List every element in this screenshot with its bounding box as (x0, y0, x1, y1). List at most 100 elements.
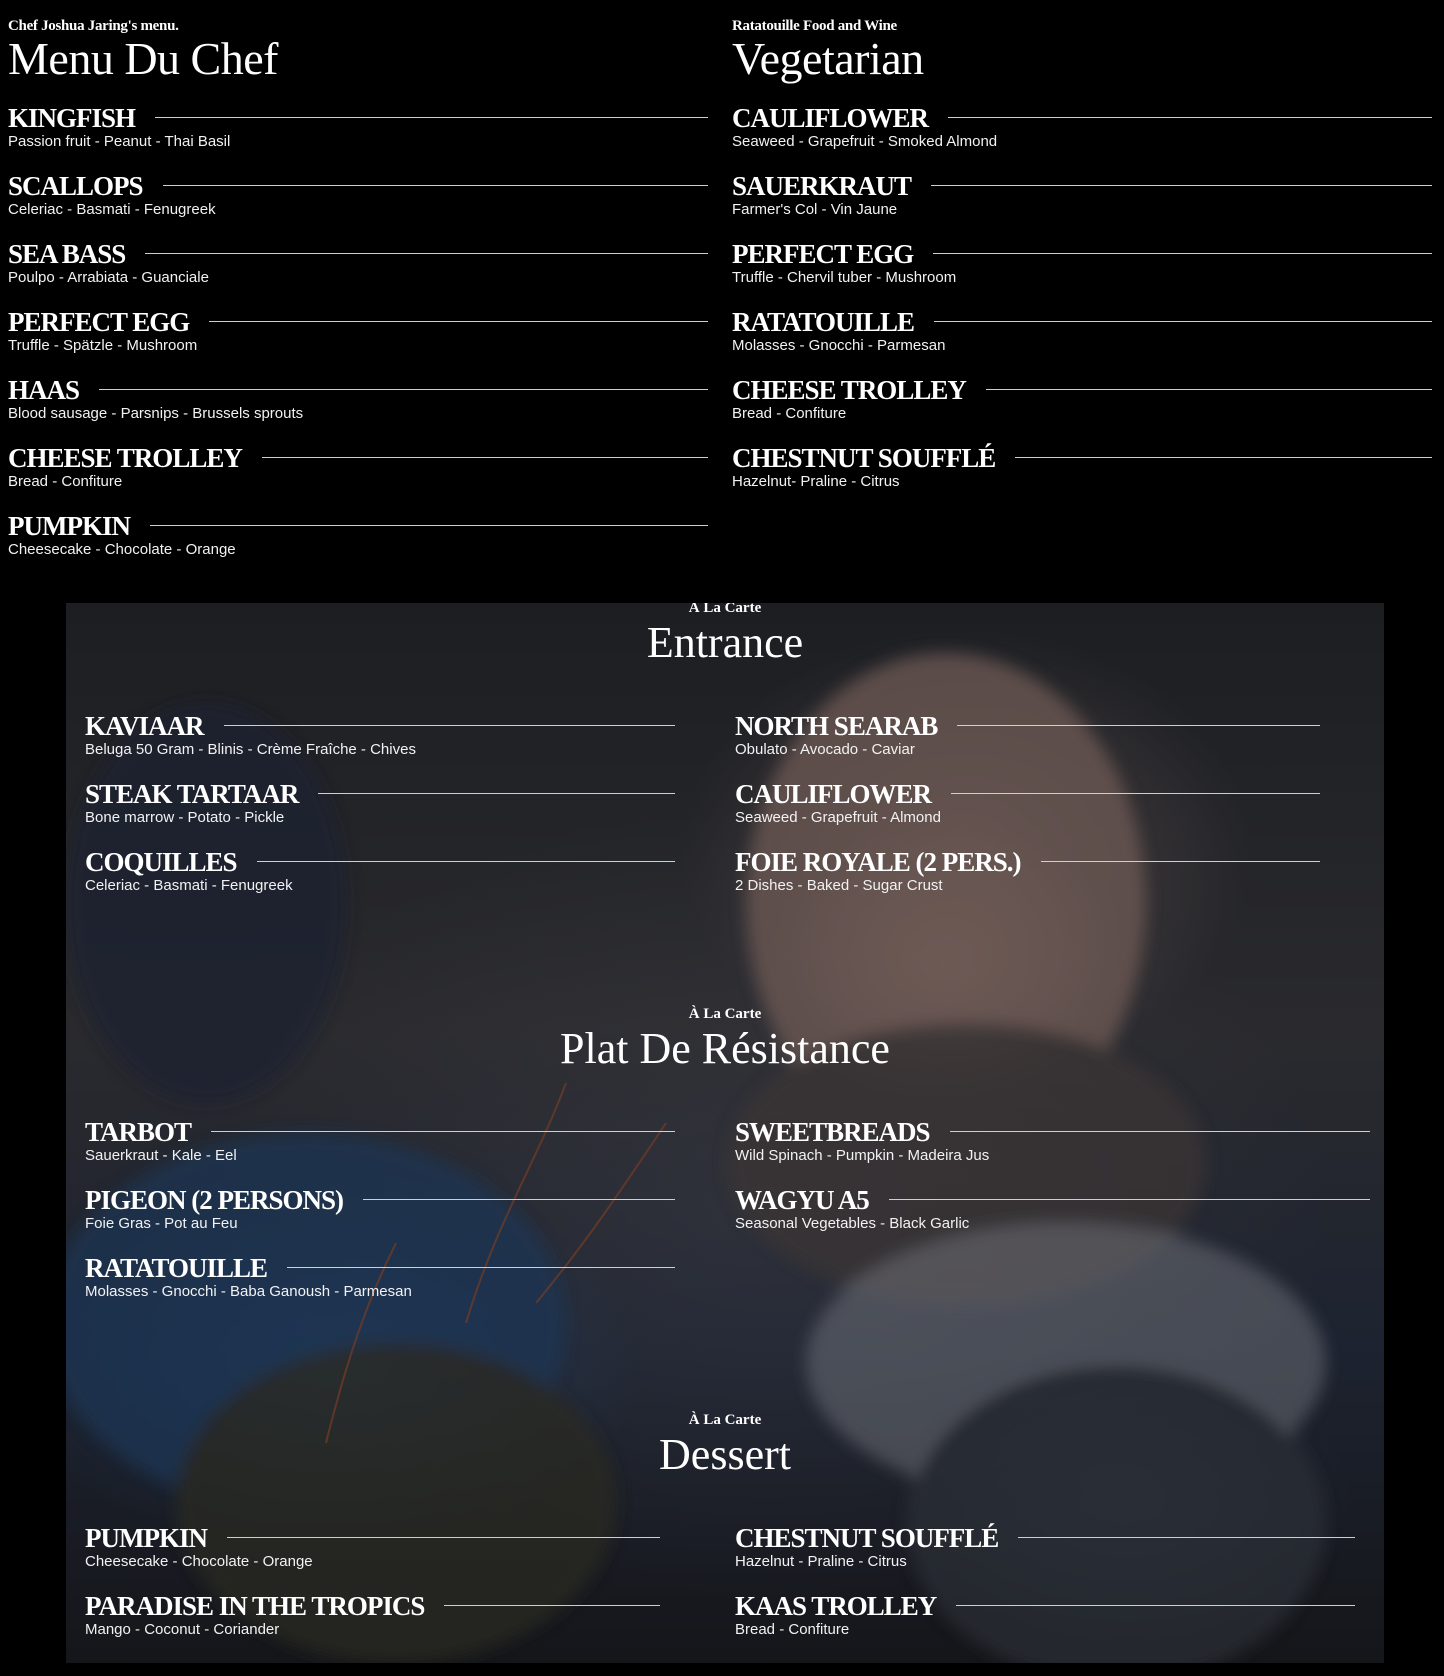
vegetarian-menu-column: Ratatouille Food and Wine Vegetarian CAU… (732, 0, 1432, 511)
menu-item-desc: Foie Gras - Pot au Feu (85, 1215, 238, 1232)
menu-item: TARBOT Sauerkraut - Kale - Eel (85, 1117, 675, 1185)
menu-item-name: PIGEON (2 PERSONS) (85, 1185, 344, 1215)
divider (261, 456, 708, 458)
menu-item-desc: Truffle - Chervil tuber - Mushroom (732, 269, 957, 286)
menu-item-desc: Blood sausage - Parsnips - Brussels spro… (8, 405, 304, 422)
dessert-title: Dessert (659, 1430, 791, 1479)
divider (931, 184, 1432, 186)
menu-item-name: WAGYU A5 (735, 1185, 870, 1215)
divider (934, 320, 1432, 322)
chef-menu-column: Chef Joshua Jaring's menu. Menu Du Chef … (8, 0, 708, 579)
menu-item: NORTH SEARAB Obulato - Avocado - Caviar (735, 711, 1320, 779)
menu-item: PARADISE IN THE TROPICS Mango - Coconut -… (85, 1591, 660, 1659)
divider (256, 860, 675, 862)
divider (888, 1198, 1370, 1200)
menu-item-name: CAULIFLOWER (732, 103, 929, 133)
divider (949, 1130, 1370, 1132)
menu-item: COQUILLES Celeriac - Basmati - Fenugreek (85, 847, 675, 915)
menu-item: SWEETBREADS Wild Spinach - Pumpkin - Made… (735, 1117, 1370, 1185)
divider (149, 524, 708, 526)
menu-item-name: KINGFISH (8, 103, 136, 133)
menu-item-desc: Poulpo - Arrabiata - Guanciale (8, 269, 209, 286)
menu-item: CHESTNUT SOUFFLÉ Hazelnut - Praline - Cit… (735, 1523, 1355, 1591)
entrance-eyebrow: À La Carte (688, 603, 762, 616)
divider (145, 252, 708, 254)
menu-item-name: FOIE ROYALE (2 PERS.) (735, 847, 1022, 877)
menu-item-name: KAVIAAR (85, 711, 205, 741)
menu-item-name: RATATOUILLE (732, 307, 915, 337)
menu-item: CAULIFLOWER Seaweed - Grapefruit - Almond (735, 779, 1320, 847)
menu-item-desc: Seaweed - Grapefruit - Smoked Almond (732, 133, 998, 150)
menu-item-desc: Celeriac - Basmati - Fenugreek (8, 201, 216, 218)
plat-right-list: SWEETBREADS Wild Spinach - Pumpkin - Made… (735, 1117, 1370, 1253)
menu-item: PUMPKIN Cheesecake - Chocolate - Orange (8, 511, 708, 579)
divider (223, 724, 675, 726)
menu-item-name: PUMPKIN (85, 1523, 208, 1553)
menu-item: KAAS TROLLEY Bread - Confiture (735, 1591, 1355, 1659)
menu-item-name: CHEESE TROLLEY (732, 375, 967, 405)
menu-item: KINGFISH Passion fruit - Peanut - Thai Ba… (8, 103, 708, 171)
menu-item-desc: Passion fruit - Peanut - Thai Basil (8, 133, 231, 150)
divider (155, 116, 708, 118)
menu-item: PUMPKIN Cheesecake - Chocolate - Orange (85, 1523, 660, 1591)
menu-item-name: COQUILLES (85, 847, 238, 877)
menu-item: CAULIFLOWER Seaweed - Grapefruit - Smoked… (732, 103, 1432, 171)
menu-item-desc: Hazelnut- Praline - Citrus (732, 473, 900, 490)
menu-item-name: KAAS TROLLEY (735, 1591, 937, 1621)
entrance-left-list: KAVIAAR Beluga 50 Gram - Blinis - Crème F… (85, 711, 675, 915)
menu-item-name: PERFECT EGG (8, 307, 190, 337)
vegetarian-menu-title: Vegetarian (732, 33, 924, 84)
entrance-title: Entrance (646, 618, 804, 667)
dessert-eyebrow: À La Carte (688, 1412, 762, 1428)
menu-item-desc: Bread - Confiture (8, 473, 123, 490)
divider (318, 792, 675, 794)
menu-item: CHEESE TROLLEY Bread - Confiture (732, 375, 1432, 443)
menu-item-name: CHEESE TROLLEY (8, 443, 243, 473)
menu-item: KAVIAAR Beluga 50 Gram - Blinis - Crème F… (85, 711, 675, 779)
plat-section-header: À La Carte Plat De Résistance (66, 1006, 1384, 1073)
divider (211, 1130, 675, 1132)
menu-item-desc: Beluga 50 Gram - Blinis - Crème Fraîche … (85, 741, 416, 758)
menu-item-desc: Seaweed - Grapefruit - Almond (735, 809, 941, 826)
menu-item: WAGYU A5 Seasonal Vegetables - Black Garl… (735, 1185, 1370, 1253)
menu-item-name: PERFECT EGG (732, 239, 914, 269)
menu-item: SCALLOPS Celeriac - Basmati - Fenugreek (8, 171, 708, 239)
menu-item-name: TARBOT (85, 1117, 192, 1147)
menu-item-desc: 2 Dishes - Baked - Sugar Crust (735, 877, 943, 894)
divider (957, 724, 1320, 726)
menu-item: RATATOUILLE Molasses - Gnocchi - Parmesan (732, 307, 1432, 375)
menu-item-desc: Cheesecake - Chocolate - Orange (8, 541, 236, 558)
menu-item: PERFECT EGG Truffle - Spätzle - Mushroom (8, 307, 708, 375)
entrance-right-list: NORTH SEARAB Obulato - Avocado - Caviar C… (735, 711, 1320, 915)
divider (1015, 456, 1432, 458)
chef-menu-title: Menu Du Chef (8, 33, 278, 84)
divider (363, 1198, 675, 1200)
menu-item-desc: Farmer's Col - Vin Jaune (732, 201, 898, 218)
dessert-right-list: CHESTNUT SOUFFLÉ Hazelnut - Praline - Cit… (735, 1523, 1355, 1659)
menu-item-name: SAUERKRAUT (732, 171, 912, 201)
menu-item: SAUERKRAUT Farmer's Col - Vin Jaune (732, 171, 1432, 239)
vegetarian-menu-list: CAULIFLOWER Seaweed - Grapefruit - Smoked… (732, 103, 1432, 511)
divider (162, 184, 708, 186)
menu-item-desc: Truffle - Spätzle - Mushroom (8, 337, 198, 354)
menu-item-name: CHESTNUT SOUFFLÉ (735, 1523, 999, 1553)
chef-menu-list: KINGFISH Passion fruit - Peanut - Thai Ba… (8, 103, 708, 579)
divider (956, 1604, 1355, 1606)
divider (1018, 1536, 1355, 1538)
menu-item-desc: Molasses - Gnocchi - Parmesan (732, 337, 946, 354)
divider (99, 388, 708, 390)
dessert-section-header: À La Carte Dessert (66, 1412, 1384, 1479)
menu-item: RATATOUILLE Molasses - Gnocchi - Baba Gan… (85, 1253, 675, 1321)
entrance-section-header: À La Carte Entrance (66, 603, 1384, 667)
menu-item-name: CHESTNUT SOUFFLÉ (732, 443, 996, 473)
menu-item: PIGEON (2 PERSONS) Foie Gras - Pot au Feu (85, 1185, 675, 1253)
menu-item-name: SWEETBREADS (735, 1117, 931, 1147)
menu-item-desc: Bread - Confiture (732, 405, 847, 422)
menu-item-name: SCALLOPS (8, 171, 144, 201)
divider (287, 1266, 675, 1268)
menu-item-desc: Hazelnut - Praline - Citrus (735, 1553, 907, 1570)
menu-item-desc: Cheesecake - Chocolate - Orange (85, 1553, 313, 1570)
menu-item: STEAK TARTAAR Bone marrow - Potato - Pick… (85, 779, 675, 847)
menu-item-name: PARADISE IN THE TROPICS (85, 1591, 425, 1621)
menu-item: HAAS Blood sausage - Parsnips - Brussels … (8, 375, 708, 443)
